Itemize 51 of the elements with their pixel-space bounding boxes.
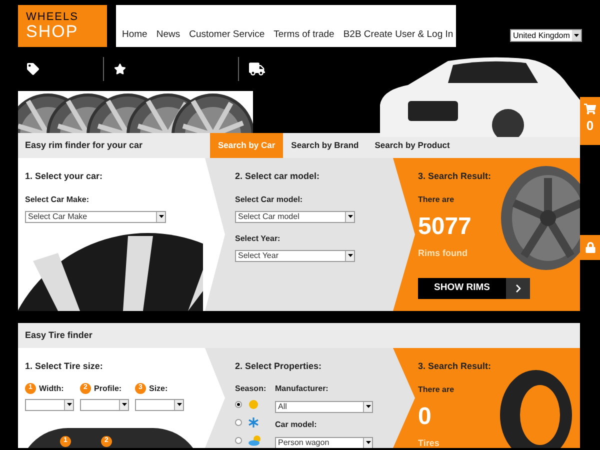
size-select[interactable] bbox=[135, 398, 184, 410]
field-label: Select Year: bbox=[235, 232, 282, 244]
car-make-select[interactable]: Select Car Make bbox=[25, 210, 166, 222]
dropdown-select[interactable]: Select Year bbox=[235, 250, 355, 262]
search-tab[interactable]: Search by Brand bbox=[283, 133, 367, 158]
step-heading: 3. Search Result: bbox=[418, 170, 492, 183]
nav-link[interactable]: News bbox=[156, 28, 180, 42]
show-rims-button[interactable]: SHOW RIMS bbox=[418, 278, 530, 299]
nav-link[interactable]: Customer Service bbox=[189, 28, 265, 42]
cart-icon bbox=[584, 103, 596, 115]
snowflake-icon bbox=[248, 416, 259, 428]
field-label: Manufacturer: bbox=[275, 382, 330, 394]
truck-icon bbox=[249, 62, 265, 76]
step-heading: 2. Select Properties: bbox=[235, 360, 323, 373]
field-label: Size: bbox=[149, 382, 168, 394]
dropdown-select[interactable]: Person wagon bbox=[275, 436, 373, 448]
result-count: 0 bbox=[418, 404, 432, 428]
step-heading: 2. Select car model: bbox=[235, 170, 321, 183]
field-label: Select Car Make: bbox=[25, 194, 90, 206]
result-unit: Tires bbox=[418, 436, 440, 448]
sun-icon bbox=[248, 398, 259, 410]
panel-title: Easy Tire finder bbox=[25, 328, 92, 342]
cloud-sun-icon bbox=[248, 434, 262, 446]
nav-link[interactable]: B2B Create User & Log In bbox=[343, 28, 454, 42]
field-label: Profile: bbox=[94, 382, 122, 394]
dropdown-select[interactable]: All bbox=[275, 400, 373, 412]
field-label: There are bbox=[418, 194, 456, 206]
dropdown-select[interactable]: Select Car model bbox=[235, 210, 355, 222]
lock-icon bbox=[584, 242, 596, 253]
search-tab[interactable]: Search by Product bbox=[366, 133, 458, 158]
size-select[interactable] bbox=[25, 398, 74, 410]
size-select[interactable] bbox=[80, 398, 129, 410]
field-label: Season: bbox=[235, 382, 268, 394]
nav-link[interactable]: Home bbox=[122, 28, 148, 42]
result-count: 5077 bbox=[418, 214, 472, 238]
logo[interactable]: WHEELS SHOP bbox=[18, 5, 107, 47]
lock-tab[interactable] bbox=[580, 235, 600, 260]
result-unit: Rims found bbox=[418, 246, 468, 260]
field-label: Car model: bbox=[275, 418, 318, 430]
field-label: Width: bbox=[39, 382, 64, 394]
tag-icon bbox=[27, 63, 39, 75]
field-label: There are bbox=[418, 384, 456, 396]
step-heading: 3. Search Result: bbox=[418, 360, 492, 373]
nav-link[interactable]: Terms of trade bbox=[274, 28, 334, 42]
step-heading: 1. Select Tire size: bbox=[25, 360, 104, 373]
country-select[interactable]: United Kingdom bbox=[510, 29, 582, 42]
panel-title: Easy rim finder for your car bbox=[24, 138, 144, 152]
step-heading: 1. Select your car: bbox=[25, 170, 104, 183]
chevron-right-icon bbox=[506, 278, 530, 299]
star-icon bbox=[114, 63, 126, 75]
field-label: Select Car model: bbox=[235, 194, 304, 206]
